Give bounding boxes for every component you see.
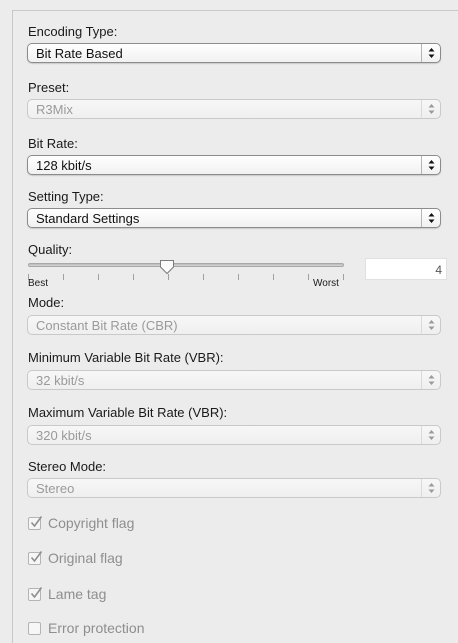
copyright-flag-checkbox[interactable]: Copyright flag bbox=[28, 514, 134, 532]
bit-rate-select[interactable]: 128 kbit/s bbox=[27, 155, 441, 175]
stepper-arrows-icon bbox=[421, 44, 440, 62]
quality-best-label: Best bbox=[28, 278, 49, 289]
checkmark-icon bbox=[30, 550, 43, 562]
checkmark-icon bbox=[30, 586, 43, 598]
encoding-type-label: Encoding Type: bbox=[28, 24, 118, 39]
slider-tick bbox=[308, 274, 309, 280]
bit-rate-value: 128 kbit/s bbox=[36, 158, 92, 173]
mode-select[interactable]: Constant Bit Rate (CBR) bbox=[27, 315, 441, 335]
checkbox-box bbox=[28, 515, 43, 530]
slider-tick bbox=[63, 274, 64, 280]
preset-value: R3Mix bbox=[36, 102, 73, 117]
error-protection-label: Error protection bbox=[48, 620, 145, 636]
original-flag-label: Original flag bbox=[48, 550, 123, 566]
mode-label: Mode: bbox=[28, 295, 65, 310]
checkbox-box bbox=[28, 586, 43, 601]
checkbox-box bbox=[28, 550, 43, 565]
stepper-arrows-icon bbox=[421, 156, 440, 174]
slider-tick bbox=[168, 274, 169, 280]
preset-label: Preset: bbox=[28, 80, 70, 95]
stepper-arrows-icon bbox=[421, 316, 440, 334]
error-protection-checkbox[interactable]: Error protection bbox=[28, 619, 144, 637]
bit-rate-label: Bit Rate: bbox=[28, 136, 78, 151]
slider-tick bbox=[133, 274, 134, 280]
lame-tag-checkbox[interactable]: Lame tag bbox=[28, 585, 106, 603]
setting-type-label: Setting Type: bbox=[28, 189, 104, 204]
copyright-flag-label: Copyright flag bbox=[48, 515, 135, 531]
checkbox-box bbox=[28, 621, 41, 635]
stepper-arrows-icon bbox=[421, 479, 440, 497]
slider-tick bbox=[203, 274, 204, 280]
quality-slider-track[interactable] bbox=[28, 263, 344, 267]
slider-tick bbox=[343, 274, 344, 280]
min-vbr-value: 32 kbit/s bbox=[36, 373, 85, 388]
max-vbr-label: Maximum Variable Bit Rate (VBR): bbox=[28, 405, 228, 420]
min-vbr-select[interactable]: 32 kbit/s bbox=[27, 370, 441, 390]
stepper-arrows-icon bbox=[421, 371, 440, 389]
setting-type-select[interactable]: Standard Settings bbox=[27, 208, 441, 228]
original-flag-checkbox[interactable]: Original flag bbox=[28, 549, 123, 567]
slider-tick bbox=[273, 274, 274, 280]
lame-tag-label: Lame tag bbox=[48, 586, 107, 602]
stepper-arrows-icon bbox=[421, 100, 440, 118]
preset-select[interactable]: R3Mix bbox=[27, 99, 441, 119]
slider-tick bbox=[98, 274, 99, 280]
checkmark-icon bbox=[30, 515, 43, 527]
setting-type-value: Standard Settings bbox=[36, 211, 140, 226]
stereo-mode-label: Stereo Mode: bbox=[28, 459, 107, 474]
stereo-mode-select[interactable]: Stereo bbox=[27, 478, 441, 498]
quality-value-field[interactable]: 4 bbox=[365, 258, 447, 280]
stepper-arrows-icon bbox=[421, 426, 440, 444]
encoding-type-value: Bit Rate Based bbox=[36, 46, 123, 61]
quality-worst-label: Worst bbox=[313, 278, 339, 289]
stepper-arrows-icon bbox=[421, 209, 440, 227]
encoding-type-select[interactable]: Bit Rate Based bbox=[27, 43, 441, 63]
max-vbr-select[interactable]: 320 kbit/s bbox=[27, 425, 441, 445]
max-vbr-value: 320 kbit/s bbox=[36, 428, 92, 443]
slider-tick bbox=[238, 274, 239, 280]
stereo-mode-value: Stereo bbox=[36, 481, 75, 496]
min-vbr-label: Minimum Variable Bit Rate (VBR): bbox=[28, 350, 224, 365]
mode-value: Constant Bit Rate (CBR) bbox=[36, 318, 178, 333]
quality-label: Quality: bbox=[28, 242, 73, 257]
